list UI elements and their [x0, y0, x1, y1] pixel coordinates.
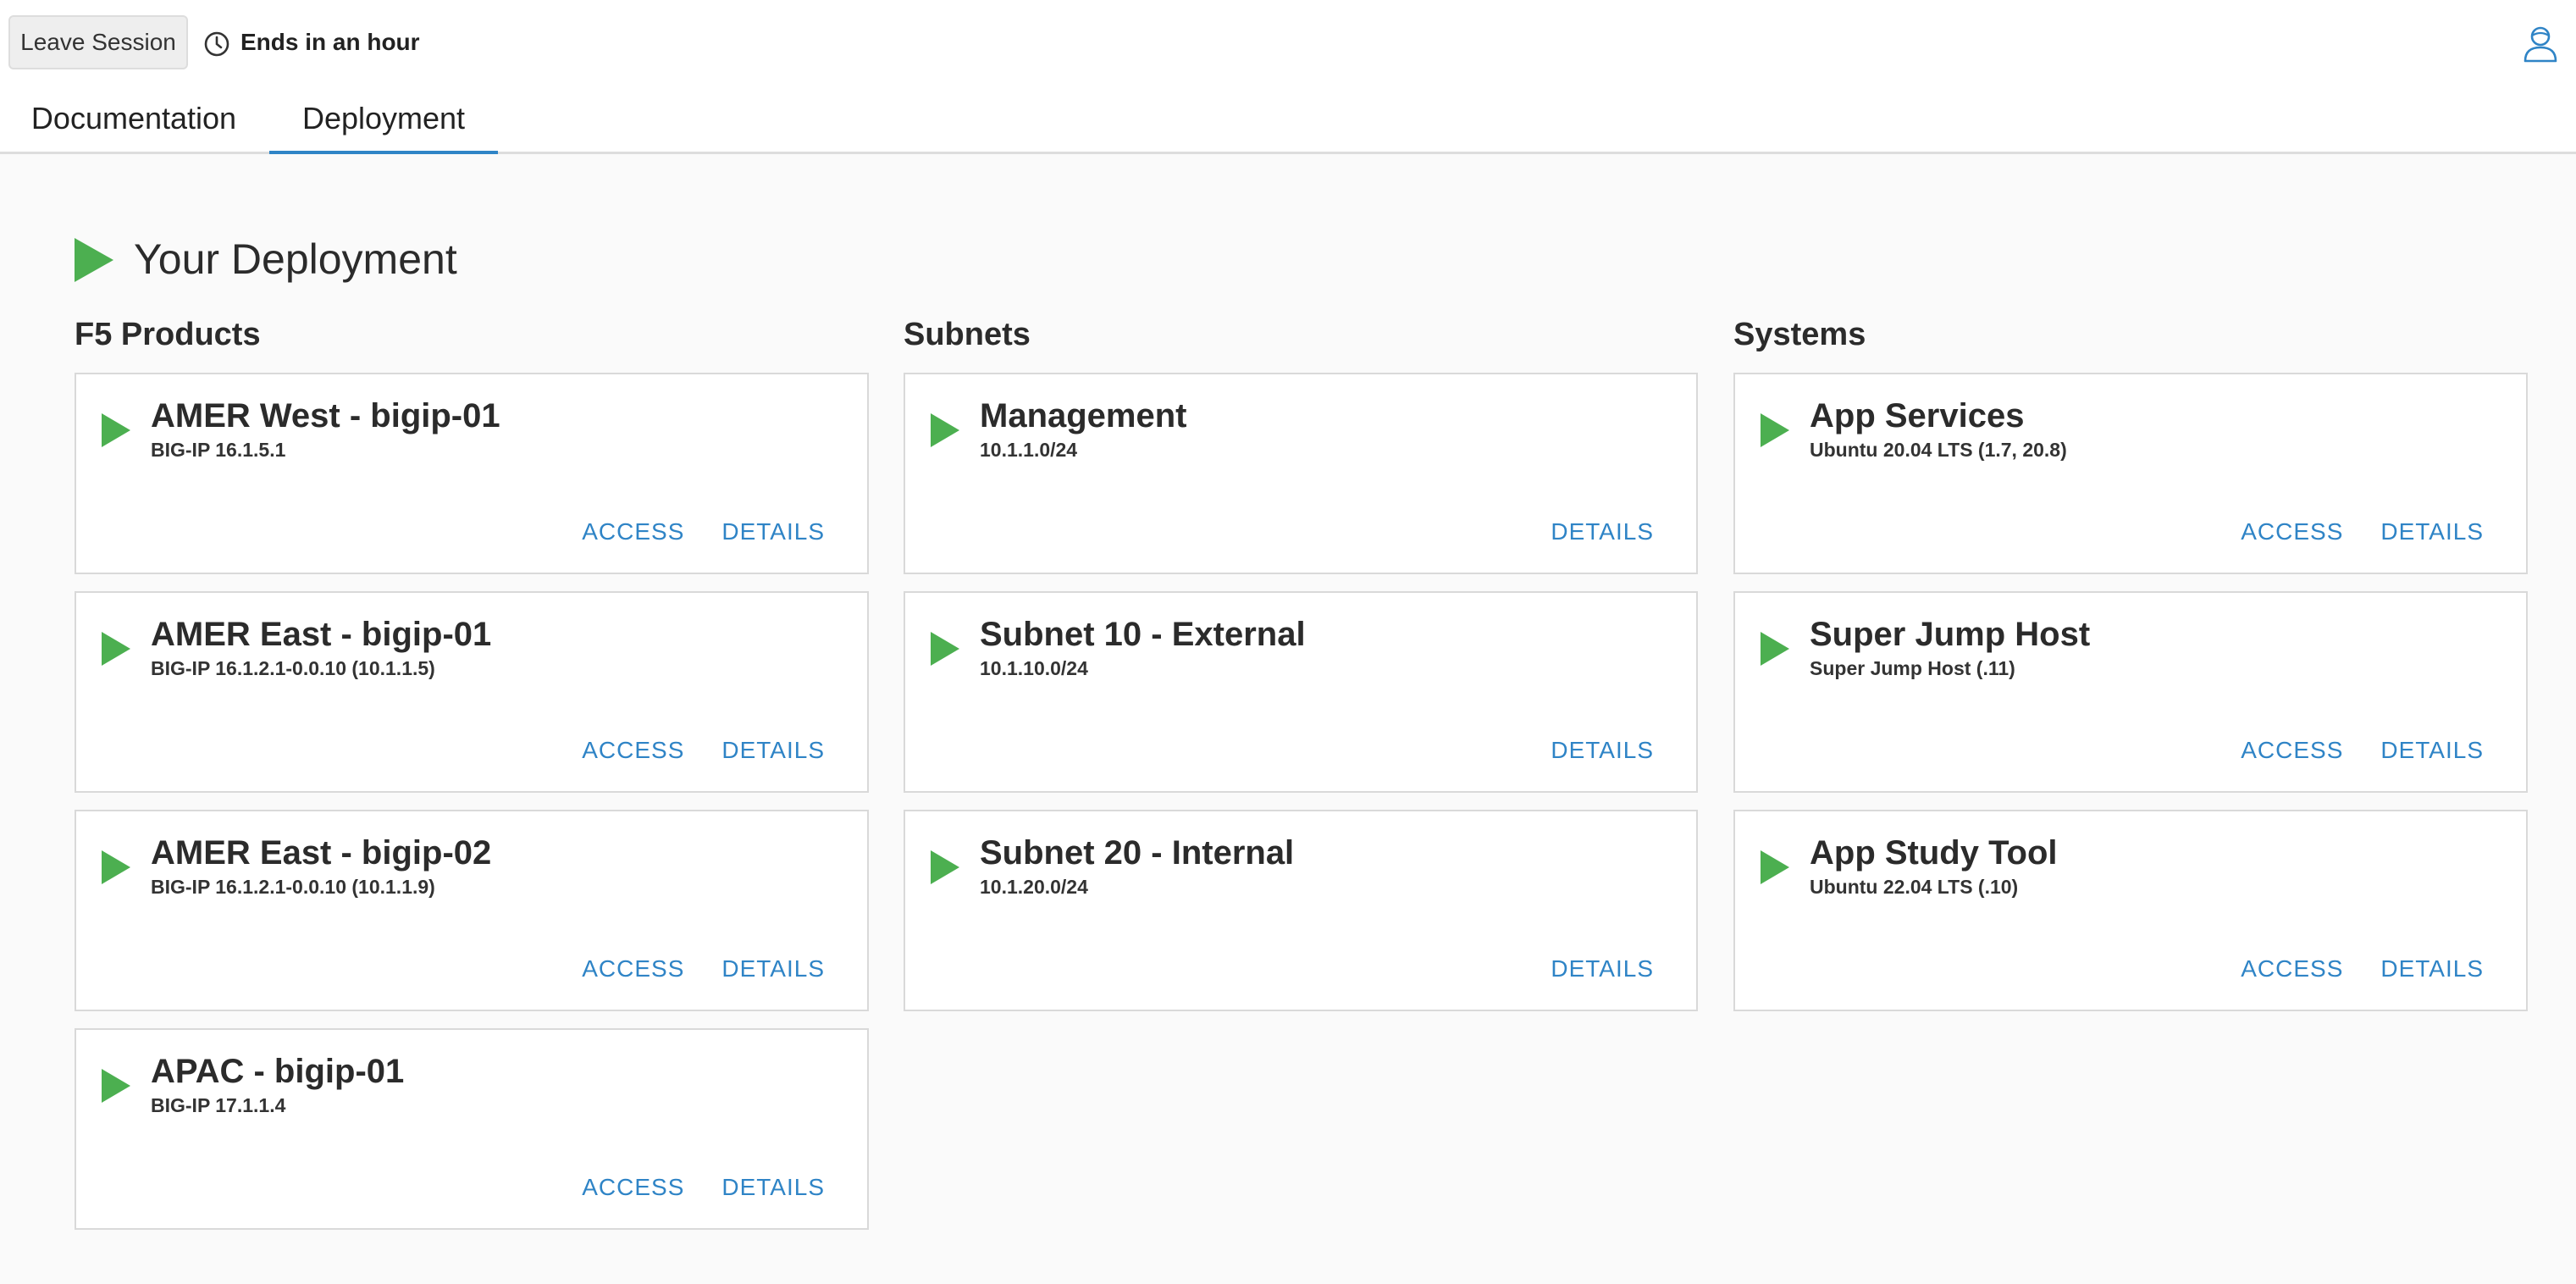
- access-link[interactable]: ACCESS: [2241, 733, 2343, 767]
- product-card: APAC - bigip-01 BIG-IP 17.1.1.4 ACCESS D…: [75, 1028, 869, 1230]
- subnet-card: Subnet 20 - Internal 10.1.20.0/24 DETAIL…: [904, 810, 1698, 1011]
- card-title: Subnet 10 - External: [980, 616, 1306, 653]
- card-subtitle: BIG-IP 16.1.2.1-0.0.10 (10.1.1.5): [151, 657, 435, 679]
- card-actions: ACCESS DETAILS: [582, 733, 825, 767]
- card-subtitle: 10.1.1.0/24: [980, 439, 1078, 461]
- play-icon[interactable]: [931, 850, 959, 884]
- details-link[interactable]: DETAILS: [1551, 952, 1654, 986]
- top-bar: Leave Session Ends in an hour: [0, 0, 2576, 85]
- column-heading: Systems: [1733, 317, 1866, 352]
- card-subtitle: BIG-IP 16.1.5.1: [151, 439, 286, 461]
- card-actions: ACCESS DETAILS: [2241, 952, 2484, 986]
- card-actions: ACCESS DETAILS: [2241, 733, 2484, 767]
- product-card: AMER East - bigip-01 BIG-IP 16.1.2.1-0.0…: [75, 591, 869, 793]
- card-title: App Study Tool: [1810, 834, 2058, 872]
- card-title: Super Jump Host: [1810, 616, 2091, 653]
- details-link[interactable]: DETAILS: [2380, 952, 2484, 986]
- subnet-card: Subnet 10 - External 10.1.10.0/24 DETAIL…: [904, 591, 1698, 793]
- card-title: AMER West - bigip-01: [151, 397, 500, 434]
- access-link[interactable]: ACCESS: [582, 733, 684, 767]
- clock-icon: [204, 31, 229, 57]
- play-icon[interactable]: [1761, 632, 1789, 666]
- play-icon[interactable]: [102, 1069, 130, 1103]
- card-actions: DETAILS: [1551, 733, 1654, 767]
- card-title: Management: [980, 397, 1187, 434]
- card-actions: ACCESS DETAILS: [2241, 515, 2484, 549]
- system-card: App Services Ubuntu 20.04 LTS (1.7, 20.8…: [1733, 373, 2528, 574]
- access-link[interactable]: ACCESS: [582, 1171, 684, 1204]
- product-card: AMER East - bigip-02 BIG-IP 16.1.2.1-0.0…: [75, 810, 869, 1011]
- card-actions: DETAILS: [1551, 515, 1654, 549]
- system-card: Super Jump Host Super Jump Host (.11) AC…: [1733, 591, 2528, 793]
- systems-column: Systems App Services Ubuntu 20.04 LTS (1…: [1733, 312, 2528, 1011]
- session-timer: Ends in an hour: [240, 29, 420, 55]
- f5-products-column: F5 Products AMER West - bigip-01 BIG-IP …: [75, 312, 869, 1230]
- tab-bar: Documentation Deployment: [0, 85, 2576, 154]
- card-subtitle: Ubuntu 20.04 LTS (1.7, 20.8): [1810, 439, 2067, 461]
- card-subtitle: Ubuntu 22.04 LTS (.10): [1810, 876, 2019, 898]
- card-subtitle: Super Jump Host (.11): [1810, 657, 2015, 679]
- access-link[interactable]: ACCESS: [2241, 952, 2343, 986]
- play-icon[interactable]: [102, 850, 130, 884]
- card-title: App Services: [1810, 397, 2025, 434]
- access-link[interactable]: ACCESS: [582, 952, 684, 986]
- details-link[interactable]: DETAILS: [1551, 515, 1654, 549]
- details-link[interactable]: DETAILS: [2380, 515, 2484, 549]
- tab-documentation[interactable]: Documentation: [0, 85, 268, 154]
- play-icon[interactable]: [931, 632, 959, 666]
- leave-session-button[interactable]: Leave Session: [8, 15, 188, 69]
- details-link[interactable]: DETAILS: [721, 1171, 825, 1204]
- card-subtitle: 10.1.20.0/24: [980, 876, 1088, 898]
- card-actions: DETAILS: [1551, 952, 1654, 986]
- play-icon[interactable]: [102, 413, 130, 447]
- tab-deployment[interactable]: Deployment: [269, 85, 498, 154]
- subnet-card: Management 10.1.1.0/24 DETAILS: [904, 373, 1698, 574]
- card-subtitle: 10.1.10.0/24: [980, 657, 1088, 679]
- details-link[interactable]: DETAILS: [721, 733, 825, 767]
- column-heading: Subnets: [904, 317, 1031, 352]
- card-title: Subnet 20 - Internal: [980, 834, 1295, 872]
- subnets-column: Subnets Management 10.1.1.0/24 DETAILS S…: [904, 312, 1698, 1011]
- card-actions: ACCESS DETAILS: [582, 952, 825, 986]
- access-link[interactable]: ACCESS: [2241, 515, 2343, 549]
- play-icon[interactable]: [102, 632, 130, 666]
- card-subtitle: BIG-IP 16.1.2.1-0.0.10 (10.1.1.9): [151, 876, 435, 898]
- details-link[interactable]: DETAILS: [2380, 733, 2484, 767]
- play-icon[interactable]: [931, 413, 959, 447]
- card-actions: ACCESS DETAILS: [582, 515, 825, 549]
- details-link[interactable]: DETAILS: [1551, 733, 1654, 767]
- card-subtitle: BIG-IP 17.1.1.4: [151, 1094, 286, 1116]
- card-title: APAC - bigip-01: [151, 1053, 405, 1090]
- access-link[interactable]: ACCESS: [582, 515, 684, 549]
- page-title: Your Deployment: [134, 235, 457, 283]
- play-icon[interactable]: [1761, 413, 1789, 447]
- card-actions: ACCESS DETAILS: [582, 1171, 825, 1204]
- user-icon[interactable]: [2522, 24, 2559, 64]
- play-icon: [75, 238, 113, 282]
- details-link[interactable]: DETAILS: [721, 952, 825, 986]
- details-link[interactable]: DETAILS: [721, 515, 825, 549]
- column-heading: F5 Products: [75, 317, 261, 352]
- product-card: AMER West - bigip-01 BIG-IP 16.1.5.1 ACC…: [75, 373, 869, 574]
- card-title: AMER East - bigip-02: [151, 834, 492, 872]
- system-card: App Study Tool Ubuntu 22.04 LTS (.10) AC…: [1733, 810, 2528, 1011]
- play-icon[interactable]: [1761, 850, 1789, 884]
- card-title: AMER East - bigip-01: [151, 616, 492, 653]
